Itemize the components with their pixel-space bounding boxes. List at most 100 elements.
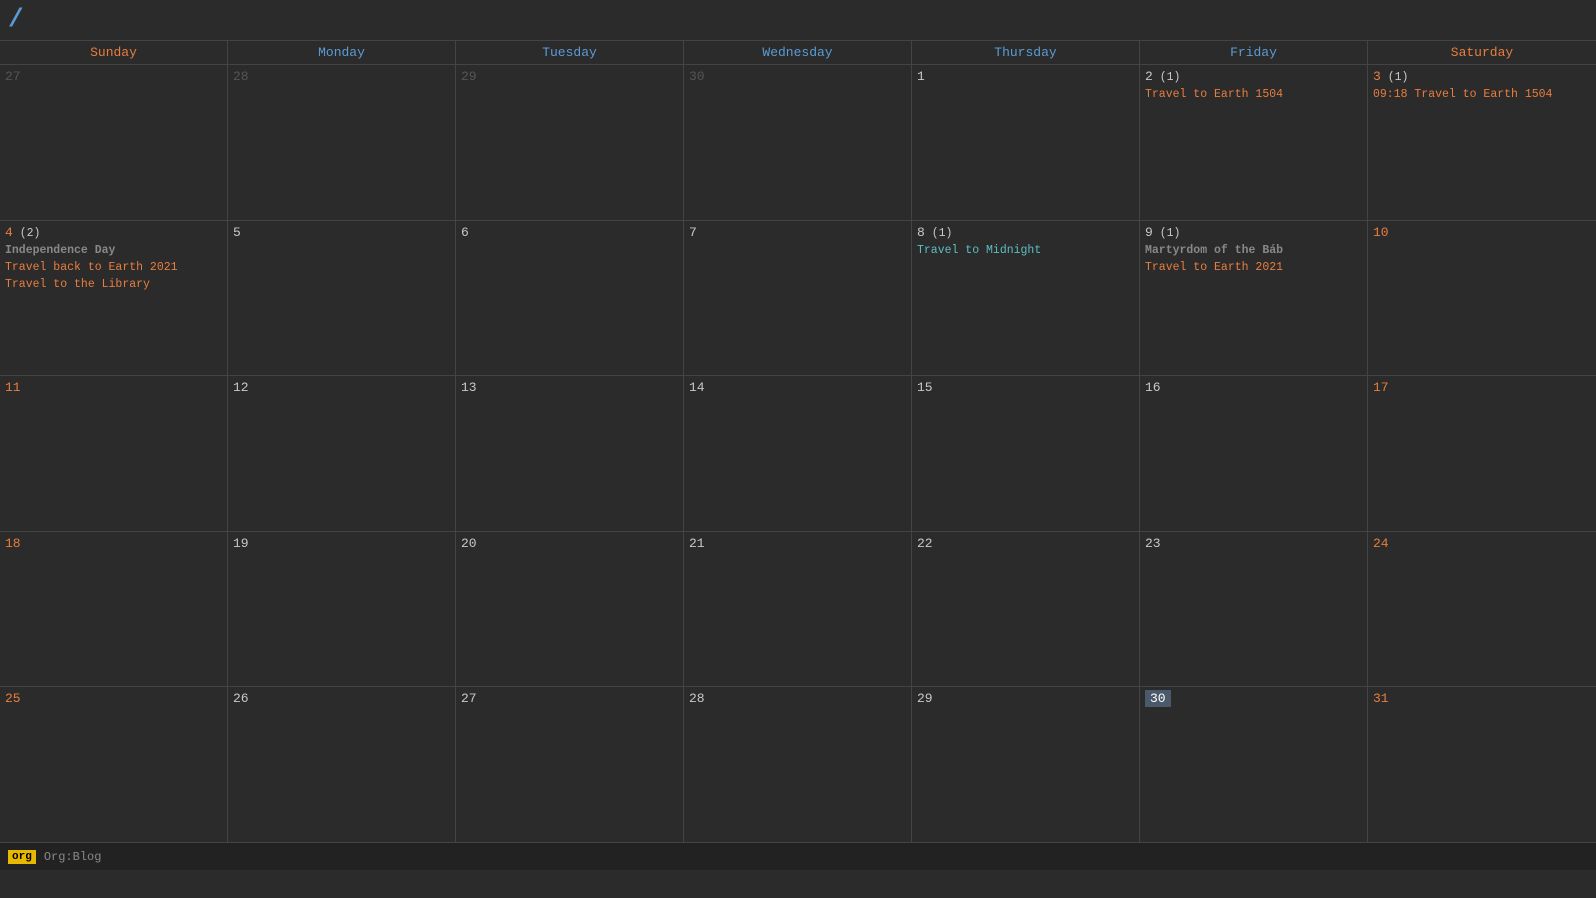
day-num: 19 <box>233 536 249 551</box>
day-num: 24 <box>1373 536 1389 551</box>
event[interactable]: Travel to Midnight <box>917 243 1134 259</box>
day-num: 3 <box>1373 69 1381 84</box>
event[interactable]: Travel to the Library <box>5 277 222 293</box>
day-cell[interactable]: 14 <box>684 376 912 531</box>
day-num: 30 <box>689 69 705 84</box>
day-num: 27 <box>461 691 477 706</box>
day-num: 15 <box>917 380 933 395</box>
event[interactable]: 09:18 Travel to Earth 1504 <box>1373 87 1591 103</box>
day-cell[interactable]: 28 <box>684 687 912 842</box>
day-cell[interactable]: 24 <box>1368 532 1596 687</box>
day-num: 31 <box>1373 691 1389 706</box>
event-count: (2) <box>13 227 41 240</box>
week-row: 18 19 20 21 22 23 24 <box>0 532 1596 688</box>
day-cell[interactable]: 29 <box>456 65 684 220</box>
calendar-title: / <box>8 4 24 34</box>
day-cell[interactable]: 10 <box>1368 221 1596 376</box>
day-headers: SundayMondayTuesdayWednesdayThursdayFrid… <box>0 41 1596 65</box>
day-cell[interactable]: 22 <box>912 532 1140 687</box>
day-num: 16 <box>1145 380 1161 395</box>
day-num: 17 <box>1373 380 1389 395</box>
day-cell[interactable]: 16 <box>1140 376 1368 531</box>
day-cell[interactable]: 27 <box>0 65 228 220</box>
day-cell[interactable]: 3 (1)09:18 Travel to Earth 1504 <box>1368 65 1596 220</box>
day-cell[interactable]: 17 <box>1368 376 1596 531</box>
day-num: 27 <box>5 69 21 84</box>
day-num: 23 <box>1145 536 1161 551</box>
day-num: 6 <box>461 225 469 240</box>
day-cell[interactable]: 19 <box>228 532 456 687</box>
day-num-today: 30 <box>1145 690 1171 707</box>
day-cell[interactable]: 15 <box>912 376 1140 531</box>
day-num: 26 <box>233 691 249 706</box>
event-count: (1) <box>1153 71 1181 84</box>
day-cell[interactable]: 5 <box>228 221 456 376</box>
day-num: 7 <box>689 225 697 240</box>
calendar: SundayMondayTuesdayWednesdayThursdayFrid… <box>0 40 1596 842</box>
status-text: Org:Blog <box>44 850 102 864</box>
day-cell[interactable]: 23 <box>1140 532 1368 687</box>
day-num: 12 <box>233 380 249 395</box>
day-num: 1 <box>917 69 925 84</box>
day-cell[interactable]: 13 <box>456 376 684 531</box>
day-num: 5 <box>233 225 241 240</box>
day-cell[interactable]: 2 (1) Travel to Earth 1504 <box>1140 65 1368 220</box>
week-row: 4 (2) Independence DayTravel back to Eart… <box>0 221 1596 377</box>
day-cell[interactable]: 20 <box>456 532 684 687</box>
event[interactable]: Travel to Earth 1504 <box>1145 87 1362 103</box>
day-num: 8 <box>917 225 925 240</box>
week-row: 27 28 29 30 1 2 (1) Travel to Earth 1504 3 (1)0… <box>0 65 1596 221</box>
week-row: 25 26 27 28 29 30 31 <box>0 687 1596 842</box>
day-num: 29 <box>917 691 933 706</box>
status-bar: org Org:Blog <box>0 842 1596 870</box>
day-header-friday: Friday <box>1140 41 1368 64</box>
day-num: 28 <box>689 691 705 706</box>
day-cell[interactable]: 6 <box>456 221 684 376</box>
day-num: 10 <box>1373 225 1389 240</box>
week-row: 11 12 13 14 15 16 17 <box>0 376 1596 532</box>
day-header-tuesday: Tuesday <box>456 41 684 64</box>
day-num: 11 <box>5 380 21 395</box>
status-tag: org <box>8 850 36 864</box>
day-header-thursday: Thursday <box>912 41 1140 64</box>
calendar-grid: 2728293012 (1)Travel to Earth 15043 (1)0… <box>0 65 1596 842</box>
day-num: 2 <box>1145 69 1153 84</box>
day-cell[interactable]: 29 <box>912 687 1140 842</box>
day-cell[interactable]: 31 <box>1368 687 1596 842</box>
day-num: 20 <box>461 536 477 551</box>
day-num: 14 <box>689 380 705 395</box>
day-cell[interactable]: 12 <box>228 376 456 531</box>
title-slash: / <box>8 4 24 34</box>
event[interactable]: Travel to Earth 2021 <box>1145 260 1362 276</box>
event[interactable]: Independence Day <box>5 243 222 259</box>
event-count: (1) <box>1153 227 1181 240</box>
day-num: 25 <box>5 691 21 706</box>
day-cell[interactable]: 25 <box>0 687 228 842</box>
day-cell[interactable]: 11 <box>0 376 228 531</box>
day-cell[interactable]: 18 <box>0 532 228 687</box>
day-cell[interactable]: 30 <box>1140 687 1368 842</box>
day-num: 29 <box>461 69 477 84</box>
day-num: 13 <box>461 380 477 395</box>
day-num: 28 <box>233 69 249 84</box>
day-num: 18 <box>5 536 21 551</box>
day-cell[interactable]: 26 <box>228 687 456 842</box>
day-cell[interactable]: 30 <box>684 65 912 220</box>
day-cell[interactable]: 1 <box>912 65 1140 220</box>
day-header-monday: Monday <box>228 41 456 64</box>
day-header-wednesday: Wednesday <box>684 41 912 64</box>
day-cell[interactable]: 27 <box>456 687 684 842</box>
day-num: 9 <box>1145 225 1153 240</box>
day-cell[interactable]: 7 <box>684 221 912 376</box>
day-num: 4 <box>5 225 13 240</box>
day-cell[interactable]: 8 (1)Travel to Midnight <box>912 221 1140 376</box>
day-cell[interactable]: 28 <box>228 65 456 220</box>
event[interactable]: Martyrdom of the Báb <box>1145 243 1362 259</box>
day-num: 21 <box>689 536 705 551</box>
day-cell[interactable]: 4 (2) Independence DayTravel back to Eart… <box>0 221 228 376</box>
day-cell[interactable]: 9 (1) Martyrdom of the BábTravel to Earth… <box>1140 221 1368 376</box>
event[interactable]: Travel back to Earth 2021 <box>5 260 222 276</box>
day-header-saturday: Saturday <box>1368 41 1596 64</box>
day-header-sunday: Sunday <box>0 41 228 64</box>
day-cell[interactable]: 21 <box>684 532 912 687</box>
